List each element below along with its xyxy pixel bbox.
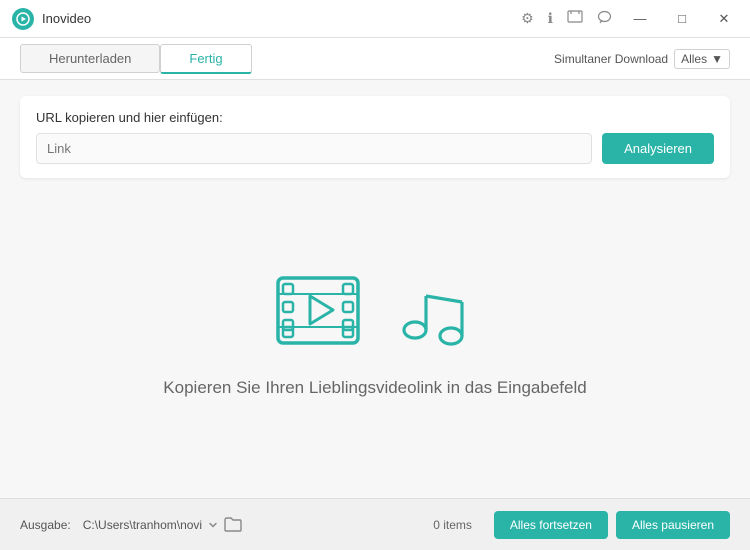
music-icon bbox=[393, 268, 478, 358]
main-content: URL kopieren und hier einfügen: Analysie… bbox=[0, 80, 750, 498]
output-path-area: C:\Users\tranhom\novi bbox=[83, 517, 421, 533]
cart-icon[interactable] bbox=[567, 10, 583, 27]
app-logo bbox=[12, 8, 34, 30]
chevron-down-icon bbox=[208, 520, 218, 530]
output-path-text: C:\Users\tranhom\novi bbox=[83, 518, 202, 532]
tab-bar: Herunterladen Fertig Simultaner Download… bbox=[0, 38, 750, 80]
title-bar-controls: ⚙ ℹ — □ ✕ bbox=[521, 5, 738, 33]
empty-text: Kopieren Sie Ihren Lieblingsvideolink in… bbox=[163, 378, 586, 398]
title-bar: Inovideo ⚙ ℹ — □ ✕ bbox=[0, 0, 750, 38]
url-input-row: Analysieren bbox=[36, 133, 714, 164]
url-section: URL kopieren und hier einfügen: Analysie… bbox=[20, 96, 730, 178]
simultaneous-value: Alles bbox=[681, 52, 707, 66]
tabs-container: Herunterladen Fertig bbox=[20, 38, 252, 79]
dropdown-arrow-icon: ▼ bbox=[711, 52, 723, 66]
chat-icon[interactable] bbox=[597, 10, 612, 27]
title-bar-left: Inovideo bbox=[12, 8, 91, 30]
pause-all-button[interactable]: Alles pausieren bbox=[616, 511, 730, 539]
output-label: Ausgabe: bbox=[20, 518, 71, 532]
resume-all-button[interactable]: Alles fortsetzen bbox=[494, 511, 608, 539]
url-label: URL kopieren und hier einfügen: bbox=[36, 110, 714, 125]
simultaneous-label: Simultaner Download bbox=[554, 52, 668, 66]
settings-icon[interactable]: ⚙ bbox=[521, 10, 534, 27]
film-icon bbox=[273, 268, 383, 358]
analyze-button[interactable]: Analysieren bbox=[602, 133, 714, 164]
bottom-buttons: Alles fortsetzen Alles pausieren bbox=[494, 511, 730, 539]
tab-done[interactable]: Fertig bbox=[160, 44, 251, 74]
info-icon[interactable]: ℹ bbox=[548, 10, 553, 27]
maximize-button[interactable]: □ bbox=[668, 5, 696, 33]
bottom-bar: Ausgabe: C:\Users\tranhom\novi 0 items A… bbox=[0, 498, 750, 550]
tab-right-area: Simultaner Download Alles ▼ bbox=[554, 49, 730, 69]
close-button[interactable]: ✕ bbox=[710, 5, 738, 33]
folder-icon[interactable] bbox=[224, 517, 242, 533]
empty-state: Kopieren Sie Ihren Lieblingsvideolink in… bbox=[20, 178, 730, 488]
items-count: 0 items bbox=[433, 518, 472, 532]
simultaneous-dropdown[interactable]: Alles ▼ bbox=[674, 49, 730, 69]
url-input[interactable] bbox=[36, 133, 592, 164]
tab-download[interactable]: Herunterladen bbox=[20, 44, 160, 73]
app-name: Inovideo bbox=[42, 11, 91, 26]
minimize-button[interactable]: — bbox=[626, 5, 654, 33]
empty-icons bbox=[273, 268, 478, 358]
